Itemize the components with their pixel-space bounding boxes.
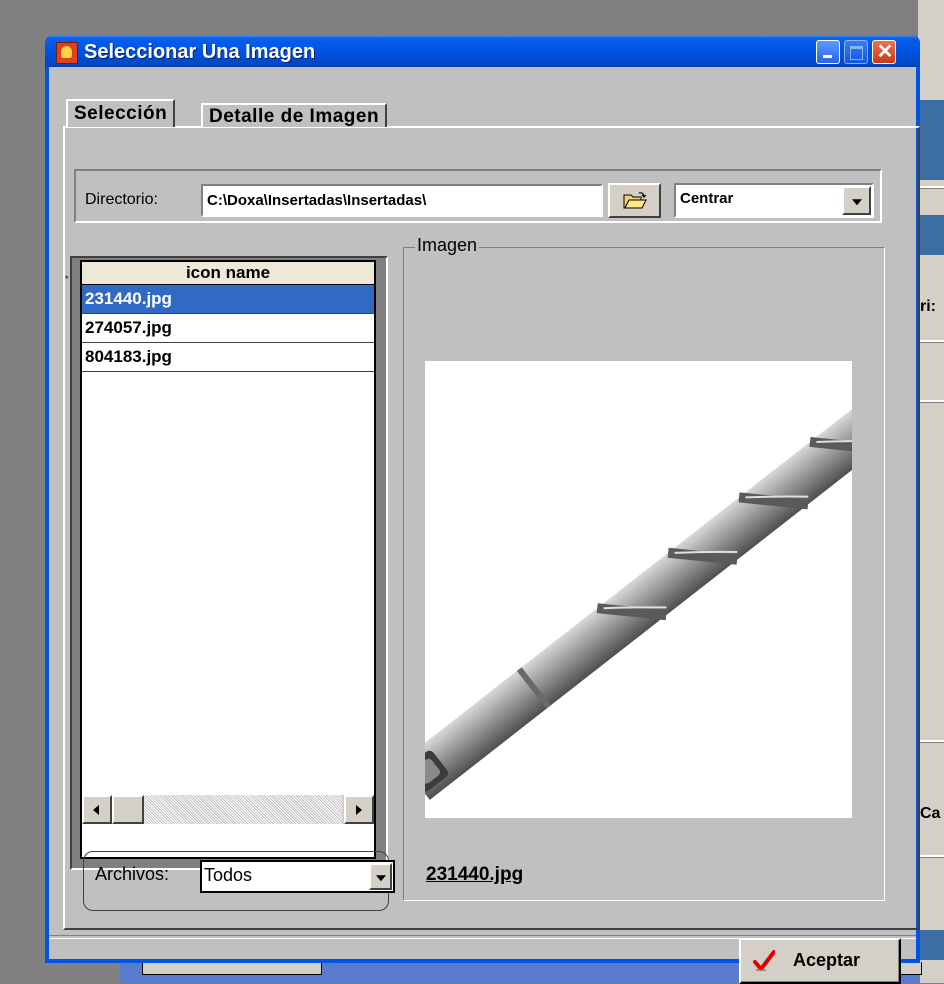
row-indicator: * xyxy=(65,274,69,284)
file-row[interactable]: 274057.jpg xyxy=(82,314,374,343)
background-strip xyxy=(918,215,944,255)
tab-detalle-de-imagen[interactable]: Detalle de Imagen xyxy=(201,103,388,127)
arrow-left-icon xyxy=(93,805,99,815)
horizontal-scrollbar[interactable] xyxy=(82,795,374,824)
app-icon xyxy=(56,42,78,64)
arrow-right-icon xyxy=(356,805,362,815)
background-line xyxy=(918,740,944,743)
alignment-select[interactable]: Centrar xyxy=(674,183,874,218)
accept-button-label: Aceptar xyxy=(793,950,861,970)
background-box xyxy=(142,962,322,975)
directory-label: Directorio: xyxy=(85,191,158,208)
open-folder-icon xyxy=(623,192,647,209)
file-row[interactable]: 804183.jpg xyxy=(82,343,374,372)
background-window-edge: ri: Ca xyxy=(918,0,944,983)
file-filter-value: Todos xyxy=(204,865,253,885)
directory-field[interactable]: C:\Doxa\Insertadas\Insertadas\ xyxy=(201,184,603,217)
maximize-button[interactable] xyxy=(844,40,868,64)
background-line xyxy=(918,186,944,189)
background-strip xyxy=(918,100,944,180)
background-box xyxy=(900,962,922,975)
dialog-client-area: Selección Detalle de Imagen Directorio: … xyxy=(49,67,920,984)
close-button[interactable]: ✕ xyxy=(872,40,896,64)
scroll-right-button[interactable] xyxy=(344,795,374,824)
background-line xyxy=(918,855,944,858)
minimize-button[interactable] xyxy=(816,40,840,64)
file-row[interactable]: 231440.jpg xyxy=(82,285,374,314)
close-icon: ✕ xyxy=(876,41,894,63)
checkmark-icon xyxy=(753,950,775,971)
image-preview xyxy=(425,361,852,818)
alignment-dropdown-button[interactable] xyxy=(842,186,871,215)
chevron-down-icon xyxy=(851,198,862,205)
drill-bit-image xyxy=(425,392,852,800)
tab-seleccion[interactable]: Selección xyxy=(66,99,176,127)
file-grid[interactable]: icon name 231440.jpg 274057.jpg 804183.j… xyxy=(80,260,376,859)
image-caption: 231440.jpg xyxy=(426,864,524,885)
title-bar[interactable]: Seleccionar Una Imagen ✕ xyxy=(45,35,920,67)
maximize-icon xyxy=(850,46,863,60)
file-filter-label: Archivos: xyxy=(95,864,170,884)
select-image-dialog: Seleccionar Una Imagen ✕ Selección Detal… xyxy=(45,35,920,984)
scroll-left-button[interactable] xyxy=(82,795,112,824)
browse-folder-button[interactable] xyxy=(608,183,661,218)
background-line xyxy=(918,400,944,403)
background-text-fragment: ri: xyxy=(920,298,936,315)
accept-button[interactable]: Aceptar xyxy=(739,938,901,984)
alignment-value: Centrar xyxy=(680,190,734,207)
background-text-fragment: Ca xyxy=(920,805,941,822)
image-group-label: Imagen xyxy=(415,235,480,256)
scrollbar-thumb[interactable] xyxy=(112,795,144,824)
chevron-down-icon xyxy=(375,874,386,881)
minimize-icon xyxy=(823,55,832,58)
column-header-icon-name[interactable]: icon name xyxy=(82,262,374,285)
file-filter-dropdown-button[interactable] xyxy=(369,863,392,890)
scrollbar-track[interactable] xyxy=(144,795,342,824)
window-title: Seleccionar Una Imagen xyxy=(84,41,316,63)
background-strip xyxy=(918,930,944,960)
background-line xyxy=(918,340,944,343)
file-filter-select[interactable]: Todos xyxy=(200,860,395,893)
